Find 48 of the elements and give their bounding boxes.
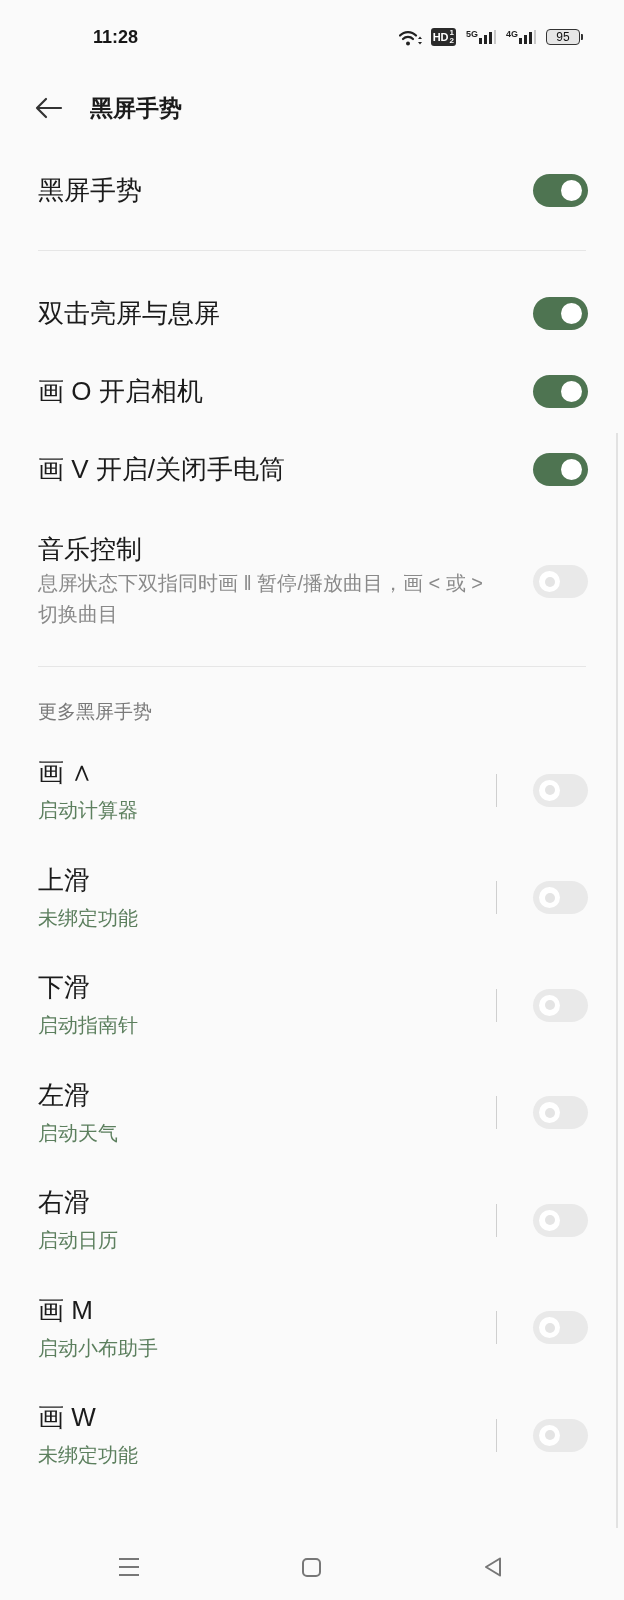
toggle-switch[interactable] xyxy=(533,988,588,1022)
triangle-back-icon xyxy=(484,1557,502,1577)
bound-action-label: 启动计算器 xyxy=(38,798,138,823)
setting-label: 双击亮屏与息屏 xyxy=(38,297,220,329)
toggle-switch[interactable] xyxy=(533,881,588,914)
setting-label: 音乐控制 xyxy=(38,533,143,565)
toggle-switch[interactable] xyxy=(533,374,588,408)
setting-label: 画 O 开启相机 xyxy=(38,375,203,407)
gesture-label: 画 W xyxy=(38,1401,97,1433)
setting-description: 息屏状态下双指同时画 ‖ 暂停/播放曲目，画 < 或 > 切换曲目 xyxy=(38,571,484,627)
toggle-switch[interactable] xyxy=(533,1311,588,1344)
home-button[interactable] xyxy=(302,1557,321,1577)
battery-indicator: 95 xyxy=(546,29,583,45)
gesture-label: 画 M xyxy=(38,1293,94,1326)
network-type-label: 5G xyxy=(465,30,478,39)
bound-action-label: 未绑定功能 xyxy=(38,905,138,931)
bound-action-label: 启动小布助手 xyxy=(38,1335,158,1361)
clock-time: 11:28 xyxy=(93,25,139,49)
recent-apps-button[interactable] xyxy=(119,1558,139,1576)
menu-icon xyxy=(119,1558,139,1576)
section-heading: 更多黑屏手势 xyxy=(38,700,152,724)
bound-action-label: 启动日历 xyxy=(38,1228,118,1253)
gesture-label: 画 ∧ xyxy=(38,756,95,788)
toggle-switch[interactable] xyxy=(533,452,588,486)
gesture-label: 上滑 xyxy=(38,863,91,896)
toggle-switch[interactable] xyxy=(533,1418,588,1452)
bound-action-label: 启动天气 xyxy=(38,1120,118,1146)
toggle-switch[interactable] xyxy=(533,296,588,330)
toggle-switch[interactable] xyxy=(533,173,588,207)
toggle-switch[interactable] xyxy=(533,565,588,598)
bound-action-label: 启动指南针 xyxy=(38,1013,138,1038)
signal-icon xyxy=(479,30,496,44)
back-nav-button[interactable] xyxy=(484,1557,502,1577)
toggle-switch[interactable] xyxy=(533,773,588,807)
page-title: 黑屏手势 xyxy=(90,93,182,123)
gesture-label: 下滑 xyxy=(38,971,91,1003)
bound-action-label: 未绑定功能 xyxy=(38,1443,138,1468)
toggle-switch[interactable] xyxy=(533,1096,588,1129)
gesture-label: 左滑 xyxy=(38,1078,91,1111)
square-icon xyxy=(302,1557,321,1577)
toggle-switch[interactable] xyxy=(533,1203,588,1237)
network-type-label: 4G xyxy=(506,30,518,39)
gesture-label: 右滑 xyxy=(38,1186,91,1218)
wifi-icon xyxy=(398,28,423,46)
setting-label: 黑屏手势 xyxy=(38,174,142,206)
setting-label: 画 V 开启/关闭手电筒 xyxy=(38,453,285,485)
back-arrow-icon xyxy=(35,97,63,119)
signal-icon xyxy=(519,30,536,44)
